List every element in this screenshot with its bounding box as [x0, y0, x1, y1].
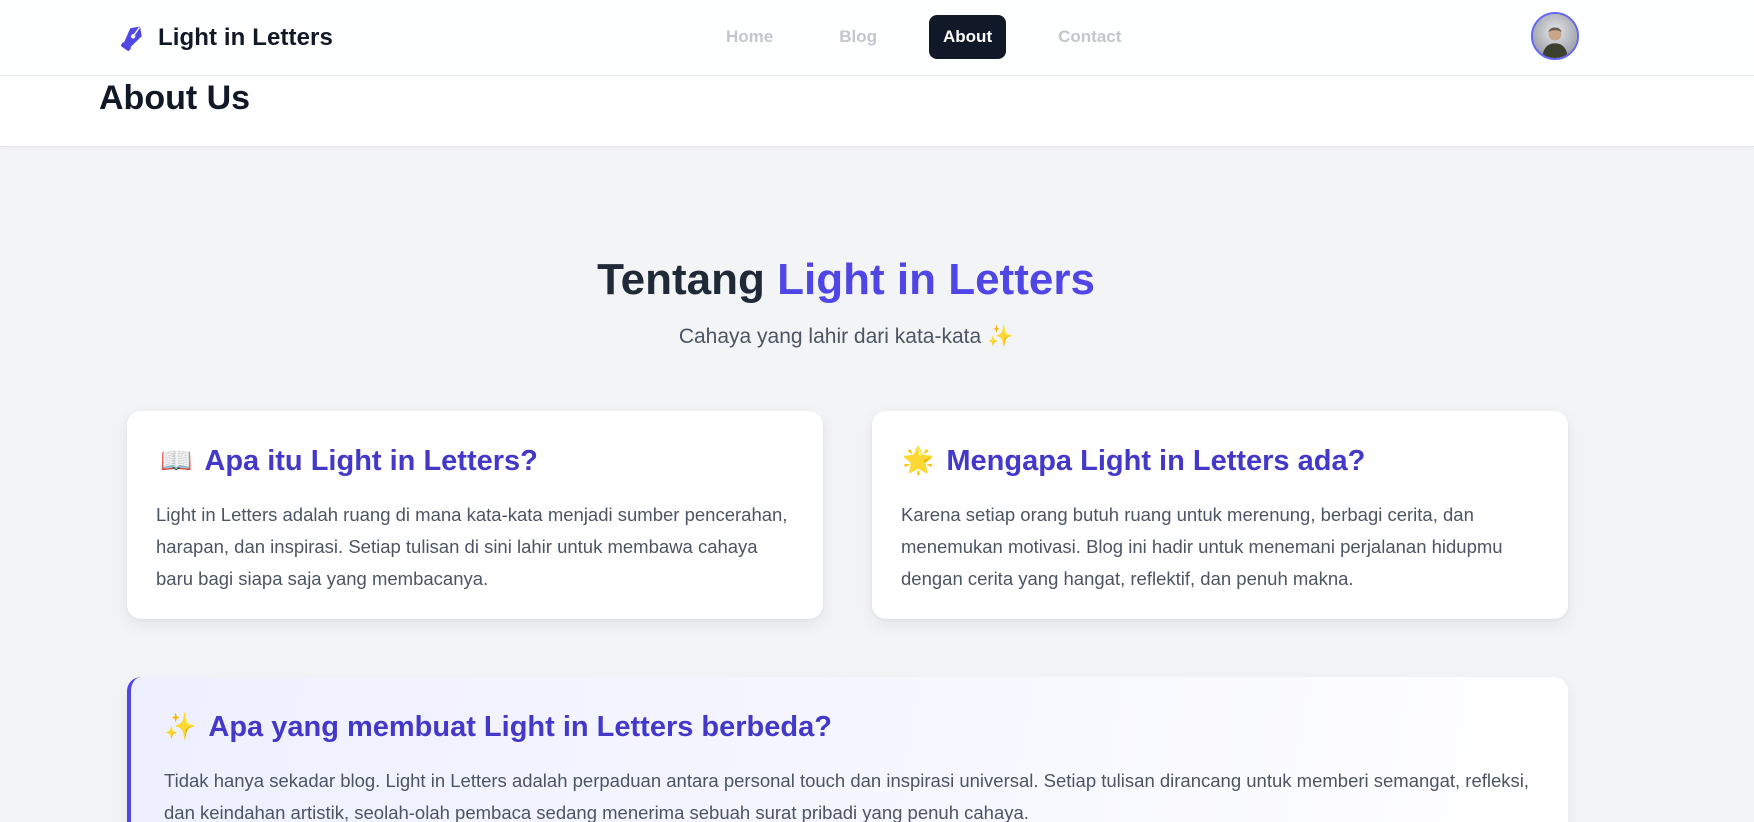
card-heading: 🌟 Mengapa Light in Letters ada? [902, 441, 1365, 481]
page-title: About Us [99, 79, 251, 117]
about-card-what: 📖 Apa itu Light in Letters? Light in Let… [127, 411, 823, 619]
feature-title: Apa yang membuat Light in Letters berbed… [208, 711, 832, 743]
hero-title-prefix: Tentang [597, 255, 765, 304]
hero-title: Tentang Light in Letters [0, 252, 1692, 308]
open-book-icon: 📖 [160, 446, 193, 476]
page-header: About Us [0, 76, 1754, 147]
nav-link-about[interactable]: About [929, 15, 1007, 59]
nav-link-home[interactable]: Home [712, 15, 787, 59]
sparkles-icon: ✨ [164, 712, 197, 742]
nav-link-contact[interactable]: Contact [1044, 15, 1135, 59]
feature-card-different: ✨ Apa yang membuat Light in Letters berb… [127, 677, 1568, 822]
nav-links: Home Blog About Contact [712, 15, 1173, 59]
hero-subtitle: Cahaya yang lahir dari kata-kata ✨ [678, 325, 1014, 348]
card-text: Karena setiap orang butuh ruang untuk me… [901, 504, 1503, 589]
card-title: Mengapa Light in Letters ada? [946, 445, 1366, 477]
nav-link-blog[interactable]: Blog [825, 15, 891, 59]
feature-text: Tidak hanya sekadar blog. Light in Lette… [164, 770, 1530, 822]
card-title: Apa itu Light in Letters? [204, 445, 538, 477]
user-avatar[interactable] [1531, 12, 1579, 60]
pen-nib-icon [121, 26, 142, 51]
top-navbar: Light in Letters Home Blog About Contact [0, 0, 1754, 76]
card-heading: 📖 Apa itu Light in Letters? [160, 441, 538, 481]
brand-name: Light in Letters [158, 24, 333, 51]
about-card-why: 🌟 Mengapa Light in Letters ada? Karena s… [872, 411, 1568, 619]
card-text: Light in Letters adalah ruang di mana ka… [156, 504, 788, 589]
glowing-star-icon: 🌟 [902, 446, 935, 476]
avatar-image [1533, 14, 1577, 58]
hero-title-accent: Light in Letters [777, 255, 1095, 304]
feature-heading: ✨ Apa yang membuat Light in Letters berb… [164, 707, 832, 747]
brand-logo-link[interactable]: Light in Letters [116, 20, 333, 56]
